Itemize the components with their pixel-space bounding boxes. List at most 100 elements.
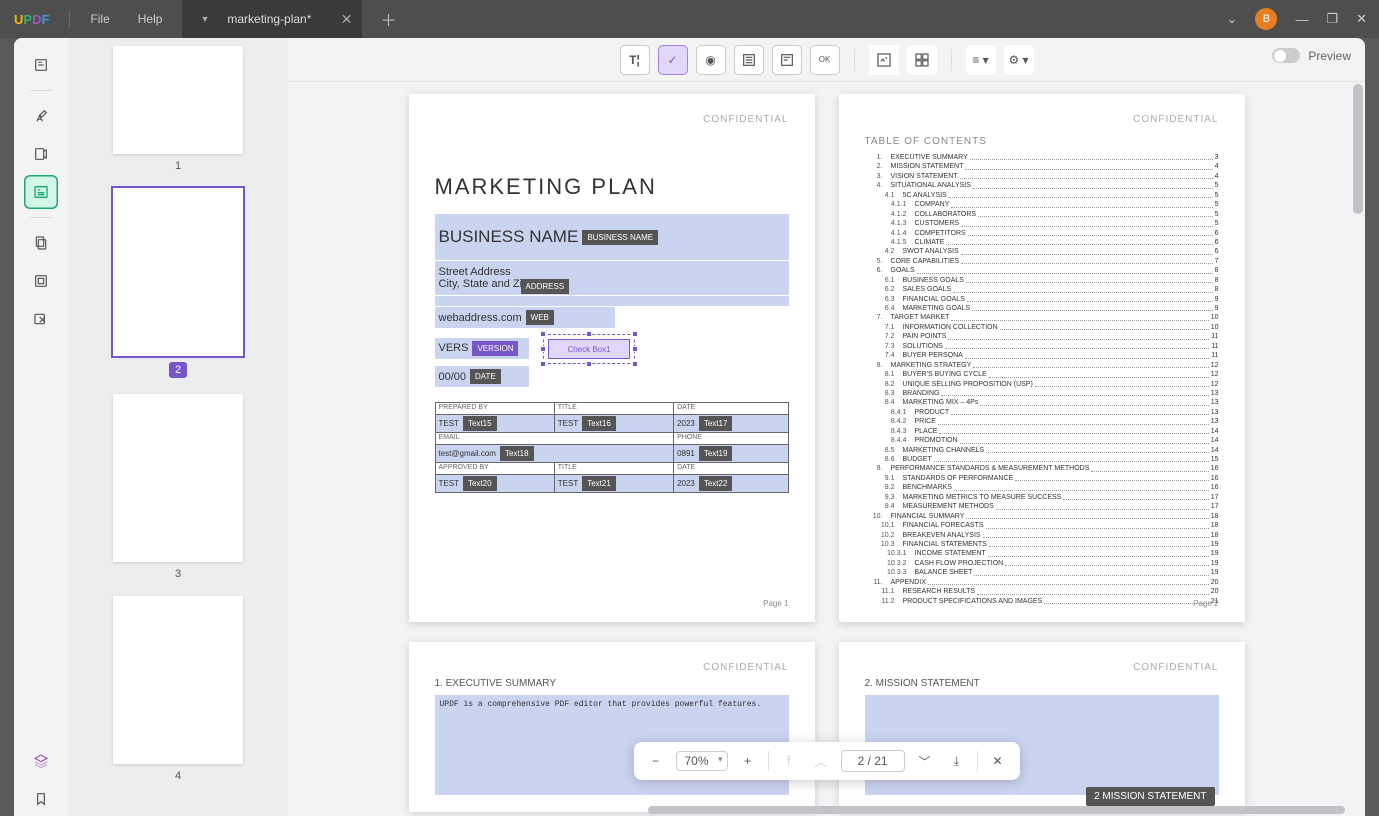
toc-row: 6.GOALS8 (865, 266, 1219, 275)
page-2[interactable]: CONFIDENTIAL TABLE OF CONTENTS 1.EXECUTI… (839, 94, 1245, 622)
page-footer: Page 2 (1193, 599, 1218, 608)
tag-mission: 2 MISSION STATEMENT (1086, 787, 1214, 806)
toc-row: 2.MISSION STATEMENT4 (865, 162, 1219, 171)
toc-row: 6.4MARKETING GOALS9 (865, 304, 1219, 313)
tab-name: marketing-plan* (227, 12, 316, 26)
toc-row: 9.1STANDARDS OF PERFORMANCE16 (865, 474, 1219, 483)
close-zoombar-icon[interactable]: ✕ (986, 749, 1010, 773)
thumbnail-panel[interactable]: 1 2 3 4 (68, 38, 288, 816)
align-tool-icon[interactable]: ≡ ▾ (966, 45, 996, 75)
toc-row: 9.3MARKETING METRICS TO MEASURE SUCCESS1… (865, 493, 1219, 502)
edit-tool-icon[interactable] (24, 137, 58, 171)
toc-row: 8.6BUDGET15 (865, 455, 1219, 464)
new-checkbox-field[interactable]: Check Box1 (543, 334, 635, 364)
preview-toggle[interactable] (1272, 48, 1300, 63)
new-tab-button[interactable]: ＋ (380, 7, 396, 31)
toc-row: 10.3.1INCOME STATEMENT19 (865, 549, 1219, 558)
toc-row: 10.3.3BALANCE SHEET19 (865, 568, 1219, 577)
field-text20[interactable]: TESTText20 (436, 475, 554, 492)
zoom-in-icon[interactable]: + (736, 749, 760, 773)
field-text18[interactable]: test@gmail.comText18 (436, 445, 674, 462)
page-1[interactable]: CONFIDENTIAL MARKETING PLAN BUSINESS NAM… (409, 94, 815, 622)
thumb-num-4: 4 (175, 770, 181, 782)
prev-page-icon[interactable]: ︿ (809, 749, 833, 773)
thumb-page-3[interactable] (113, 394, 243, 562)
organize-tool-icon[interactable] (24, 226, 58, 260)
field-text17[interactable]: 2023Text17 (674, 415, 787, 432)
zoom-bar: − 70% + ⤒ ︿ 2 / 21 ﹀ ⤓ ✕ (633, 742, 1019, 780)
toc-row: 4.1.5CLIMATE6 (865, 238, 1219, 247)
crop-tool-icon[interactable] (24, 264, 58, 298)
menu-file[interactable]: File (76, 12, 123, 26)
window-minimize-icon[interactable]: — (1295, 12, 1308, 27)
scrollbar-horizontal[interactable] (648, 806, 1345, 814)
app-logo: UPDF (14, 12, 49, 27)
grid-tool-icon[interactable] (907, 45, 937, 75)
window-close-icon[interactable]: ✕ (1356, 11, 1367, 27)
thumb-page-2[interactable] (113, 188, 243, 356)
zoom-select[interactable]: 70% (675, 751, 727, 771)
tag-date: DATE (470, 369, 501, 384)
field-date[interactable]: 00/00DATE (435, 366, 529, 387)
tag-business-name: BUSINESS NAME (582, 230, 658, 245)
redact-tool-icon[interactable] (24, 302, 58, 336)
page-footer: Page 1 (763, 599, 788, 608)
thumb-num-3: 3 (175, 568, 181, 580)
document-tab[interactable]: ▼ marketing-plan* ✕ (182, 0, 362, 38)
comment-tool-icon[interactable] (24, 99, 58, 133)
field-text21[interactable]: TESTText21 (555, 475, 673, 492)
button-tool-icon[interactable]: OK (810, 45, 840, 75)
radio-tool-icon[interactable]: ◉ (696, 45, 726, 75)
list-tool-icon[interactable] (772, 45, 802, 75)
toc-row: 8.1BUYER'S BUYING CYCLE12 (865, 370, 1219, 379)
toc-list: 1.EXECUTIVE SUMMARY32.MISSION STATEMENT4… (865, 153, 1219, 606)
text-field-tool-icon[interactable]: T¦ (620, 45, 650, 75)
last-page-icon[interactable]: ⤓ (945, 749, 969, 773)
tab-close-icon[interactable]: ✕ (341, 11, 353, 28)
chevron-down-icon[interactable]: ⌄ (1227, 11, 1238, 27)
bookmark-icon[interactable] (24, 782, 58, 816)
toc-row: 7.3SOLUTIONS11 (865, 342, 1219, 351)
signature-tool-icon[interactable] (869, 45, 899, 75)
tag-address: ADDRESS (521, 279, 570, 294)
tag-web: WEB (526, 310, 554, 325)
reader-tool-icon[interactable] (24, 48, 58, 82)
window-restore-icon[interactable]: ❐ (1326, 11, 1338, 27)
tab-dropdown-icon[interactable]: ▼ (200, 14, 209, 24)
page-canvas[interactable]: CONFIDENTIAL MARKETING PLAN BUSINESS NAM… (288, 82, 1365, 816)
first-page-icon[interactable]: ⤒ (777, 749, 801, 773)
page-input[interactable]: 2 / 21 (841, 750, 905, 772)
tag-version: VERSION (472, 341, 518, 356)
zoom-out-icon[interactable]: − (643, 749, 667, 773)
field-address[interactable]: Street AddressCity, State and Zip ADDRES… (435, 261, 789, 295)
form-tool-icon[interactable] (24, 175, 58, 209)
tools-dropdown-icon[interactable]: ⚙ ▾ (1004, 45, 1034, 75)
field-text16[interactable]: TESTText16 (555, 415, 673, 432)
thumb-page-1[interactable] (113, 46, 243, 154)
field-text19[interactable]: 0891Text19 (674, 445, 787, 462)
toc-row: 10.2BREAKEVEN ANALYSIS18 (865, 531, 1219, 540)
toc-row: 1.EXECUTIVE SUMMARY3 (865, 153, 1219, 162)
field-text22[interactable]: 2023Text22 (674, 475, 787, 492)
menu-help[interactable]: Help (124, 12, 177, 26)
scrollbar-vertical[interactable] (1353, 84, 1363, 214)
field-business-name[interactable]: BUSINESS NAMEBUSINESS NAME (435, 214, 789, 260)
field-version[interactable]: VERSVERSION (435, 338, 529, 359)
titlebar: UPDF File Help ▼ marketing-plan* ✕ ＋ ⌄ B… (0, 0, 1379, 38)
toc-row: 4.1.4COMPETITORS6 (865, 229, 1219, 238)
user-avatar[interactable]: B (1255, 8, 1277, 30)
thumb-page-4[interactable] (113, 596, 243, 764)
page-4[interactable]: CONFIDENTIAL 2. MISSION STATEMENT 2 MISS… (839, 642, 1245, 812)
checkbox-tool-icon[interactable]: ✓ (658, 45, 688, 75)
dropdown-tool-icon[interactable] (734, 45, 764, 75)
section-heading: 1. EXECUTIVE SUMMARY (435, 678, 789, 689)
page-3[interactable]: CONFIDENTIAL 1. EXECUTIVE SUMMARY UPDF i… (409, 642, 815, 812)
layers-icon[interactable] (24, 744, 58, 778)
next-page-icon[interactable]: ﹀ (913, 749, 937, 773)
field-web[interactable]: webaddress.comWEB (435, 307, 615, 328)
field-text15[interactable]: TESTText15 (436, 415, 554, 432)
thumb-num-2: 2 (169, 362, 187, 378)
divider (69, 10, 70, 28)
info-table: PREPARED BYTITLEDATE TESTText15 TESTText… (435, 402, 789, 493)
toc-row: 8.4.4PROMOTION14 (865, 436, 1219, 445)
